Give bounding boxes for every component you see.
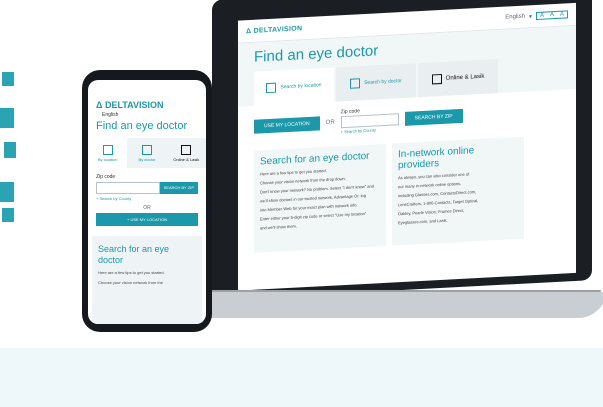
use-location-button[interactable]: USE MY LOCATION xyxy=(254,115,320,134)
location-pin-icon xyxy=(266,82,277,94)
laptop-display: Δ DELTAVISION English ▾ A A A Find an ey… xyxy=(238,2,576,291)
laptop-base xyxy=(164,292,603,318)
text-size-medium-button[interactable]: A xyxy=(547,12,557,19)
tab-by-doctor[interactable]: By doctor xyxy=(127,138,166,168)
tab-label: Search by doctor xyxy=(364,78,402,87)
or-divider: OR xyxy=(143,205,151,211)
tab-online-lasik[interactable]: Online & Lasik xyxy=(167,138,206,168)
tab-label: Online & Lasik xyxy=(445,73,485,82)
location-pin-icon xyxy=(102,144,113,155)
panel-text: Here are a few tips to get you started. xyxy=(98,270,165,275)
zip-input[interactable] xyxy=(96,182,160,194)
or-divider: OR xyxy=(325,119,335,126)
use-location-button[interactable]: + USE MY LOCATION xyxy=(96,213,198,226)
panel-bullet: Choose your vision network from the xyxy=(98,280,163,285)
phone-device: Δ DELTAVISION English Find an eye doctor… xyxy=(82,70,212,332)
info-panels: Search for an eye doctor Here are a few … xyxy=(238,130,576,258)
zip-label: Zip code xyxy=(96,174,116,180)
language-select[interactable]: English xyxy=(88,110,206,118)
text-size-large-button[interactable]: A xyxy=(557,11,567,18)
computer-icon xyxy=(181,144,192,155)
laptop-screen: Δ DELTAVISION English ▾ A A A Find an ey… xyxy=(212,0,592,300)
search-zip-button[interactable]: SEARCH BY ZIP xyxy=(404,108,463,126)
panel-title: In-network online providers xyxy=(398,145,475,172)
person-icon xyxy=(350,78,361,89)
search-county-link[interactable]: + Search by County xyxy=(88,194,206,203)
text-size-controls: A A A xyxy=(535,10,568,21)
tab-by-location[interactable]: By location xyxy=(88,138,128,168)
page-title: Find an eye doctor xyxy=(96,120,188,132)
tab-online-lasik[interactable]: Online & Lasik xyxy=(418,59,498,98)
text-size-small-button[interactable]: A xyxy=(537,12,547,19)
panel-title: Search for an eye doctor xyxy=(98,244,170,265)
chevron-down-icon: ▾ xyxy=(528,13,532,20)
brand-logo[interactable]: Δ DELTAVISION xyxy=(246,25,302,35)
language-select[interactable]: English xyxy=(505,14,525,21)
panel-title: Search for an eye doctor xyxy=(260,150,370,168)
search-tips-panel: Search for an eye doctor Here are a few … xyxy=(92,236,202,324)
qr-code-fragment xyxy=(0,72,16,222)
phone-screen: Δ DELTAVISION English Find an eye doctor… xyxy=(88,80,206,324)
search-zip-button[interactable]: SEARCH BY ZIP xyxy=(159,182,198,194)
online-providers-panel: In-network online providers As always, y… xyxy=(392,136,524,246)
background-band xyxy=(0,348,603,407)
tab-label: Online & Lasik xyxy=(173,156,200,162)
brand-logo[interactable]: Δ DELTAVISION xyxy=(88,80,206,110)
computer-icon xyxy=(431,73,442,85)
tab-search-by-location[interactable]: Search by location xyxy=(254,67,334,106)
tab-label: Search by location xyxy=(280,82,322,91)
tab-search-by-doctor[interactable]: Search by doctor xyxy=(336,63,416,102)
tab-label: By doctor xyxy=(138,156,156,162)
tab-label: By location xyxy=(97,156,118,162)
person-icon xyxy=(141,144,152,155)
search-tips-panel: Search for an eye doctor Here are a few … xyxy=(254,143,386,253)
search-tabs: By location By doctor Online & Lasik xyxy=(88,138,206,168)
